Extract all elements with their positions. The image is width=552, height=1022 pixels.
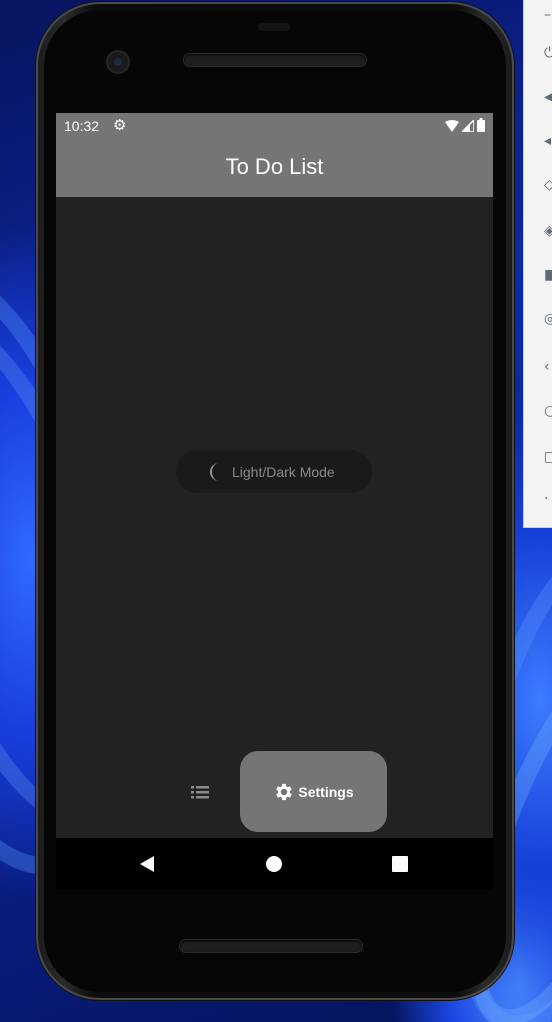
signal-icon (462, 120, 474, 132)
status-icons (445, 118, 485, 132)
wifi-icon (445, 120, 459, 132)
rotate-right-icon[interactable]: ◈ (544, 224, 552, 238)
device-screen: 10:32 ⚙ To Do List Light/Dark Mode Setti… (56, 113, 493, 838)
light-dark-mode-label: Light/Dark Mode (232, 463, 335, 480)
settings-tab[interactable]: Settings (240, 751, 387, 832)
emulator-toolbar: – ⏻ ◀ ◂ ◇ ◈ ■ ◎ ‹ ○ □ · (523, 0, 552, 528)
recents-icon[interactable] (392, 856, 408, 872)
back-icon[interactable]: ‹ (544, 360, 552, 374)
screenshot-icon[interactable]: ■ (544, 268, 552, 282)
settings-tab-label: Settings (298, 783, 354, 800)
list-icon[interactable] (188, 783, 212, 801)
page-title: To Do List (225, 154, 324, 179)
earpiece (258, 23, 290, 31)
rotate-left-icon[interactable]: ◇ (544, 178, 552, 192)
status-bar: 10:32 ⚙ (56, 113, 493, 139)
battery-icon (477, 118, 485, 132)
front-camera (108, 52, 128, 72)
volume-up-icon[interactable]: ◀ (544, 90, 552, 104)
app-bar: To Do List (56, 139, 493, 197)
status-time: 10:32 (64, 118, 100, 134)
system-navigation-bar (56, 838, 493, 890)
moon-icon (210, 462, 219, 481)
overview-icon[interactable]: □ (544, 450, 552, 464)
top-speaker (184, 54, 366, 66)
light-dark-mode-toggle[interactable]: Light/Dark Mode (176, 450, 372, 493)
settings-icon (276, 783, 293, 800)
volume-down-icon[interactable]: ◂ (544, 134, 552, 148)
bottom-navigation: Settings (56, 743, 493, 838)
more-icon[interactable]: · (544, 492, 552, 506)
zoom-icon[interactable]: ◎ (544, 312, 552, 326)
settings-icon: ⚙ (113, 116, 127, 134)
home-icon[interactable] (266, 856, 282, 872)
home-icon[interactable]: ○ (544, 404, 552, 418)
back-icon[interactable] (140, 856, 154, 872)
power-icon[interactable]: ⏻ (544, 46, 552, 60)
bottom-speaker (180, 940, 362, 952)
minimize-icon[interactable]: – (544, 8, 552, 22)
